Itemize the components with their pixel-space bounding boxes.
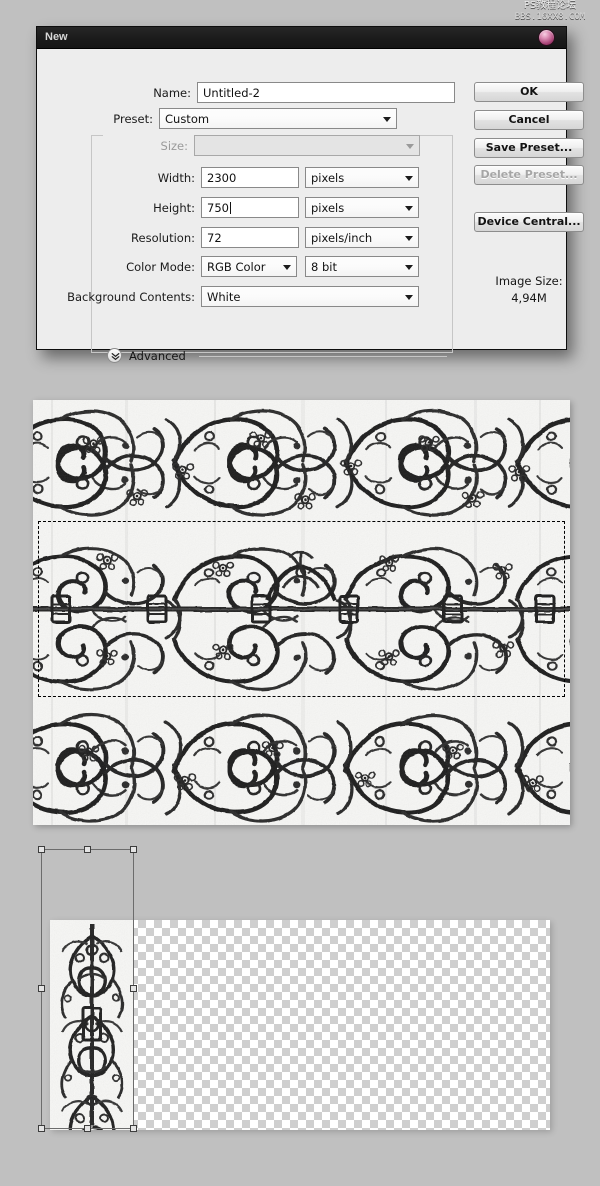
height-label: Height: bbox=[153, 201, 195, 215]
background-contents-select[interactable]: White bbox=[201, 286, 419, 307]
name-label: Name: bbox=[153, 86, 191, 100]
background-contents-value: White bbox=[207, 290, 241, 304]
free-transform-bounding-box[interactable] bbox=[38, 846, 137, 1132]
dialog-body: Name: Untitled-2 Preset: Custom Size: Wi… bbox=[37, 49, 584, 363]
transform-handle-bottom-left[interactable] bbox=[38, 1125, 45, 1132]
height-unit-value: pixels bbox=[311, 201, 345, 215]
close-circle-icon[interactable] bbox=[538, 29, 555, 46]
row-preset: Preset: Custom bbox=[113, 108, 397, 130]
watermark: PS教程论坛 BBS.16XX8.COM bbox=[502, 0, 598, 26]
width-input[interactable]: 2300 bbox=[201, 167, 299, 188]
transform-handle-middle-right[interactable] bbox=[130, 985, 137, 992]
height-input[interactable]: 750 bbox=[201, 197, 299, 218]
advanced-section[interactable]: Advanced bbox=[107, 347, 447, 365]
resolution-input[interactable]: 72 bbox=[201, 227, 299, 248]
row-color-mode: Color Mode: RGB Color 8 bit bbox=[126, 256, 419, 278]
color-mode-label: Color Mode: bbox=[126, 260, 195, 274]
resolution-label: Resolution: bbox=[131, 231, 195, 245]
ornament-image-panel[interactable] bbox=[33, 400, 570, 825]
width-unit-value: pixels bbox=[311, 171, 345, 185]
transform-handle-top-left[interactable] bbox=[38, 846, 45, 853]
rectangular-marquee-selection[interactable] bbox=[38, 521, 565, 697]
height-unit-select[interactable]: pixels bbox=[305, 197, 419, 218]
chevron-down-icon bbox=[405, 206, 413, 211]
new-document-dialog: New Name: Untitled-2 Preset: Custom Size… bbox=[36, 26, 584, 363]
width-unit-select[interactable]: pixels bbox=[305, 167, 419, 188]
row-height: Height: 750 pixels bbox=[153, 197, 419, 219]
background-contents-label: Background Contents: bbox=[67, 290, 195, 304]
row-size: Size: bbox=[161, 135, 420, 157]
row-width: Width: 2300 pixels bbox=[158, 167, 419, 189]
delete-preset-button: Delete Preset... bbox=[474, 165, 584, 185]
width-label: Width: bbox=[157, 171, 195, 185]
cancel-button[interactable]: Cancel bbox=[474, 110, 584, 130]
photoshop-screen: PS教程论坛 BBS.16XX8.COM New Name: Untitled-… bbox=[0, 0, 600, 1186]
chevron-down-icon bbox=[406, 144, 414, 149]
chevron-down-icon bbox=[405, 295, 413, 300]
preset-select[interactable]: Custom bbox=[159, 108, 397, 129]
color-mode-select[interactable]: RGB Color bbox=[201, 256, 297, 277]
transform-handle-top-right[interactable] bbox=[130, 846, 137, 853]
row-background-contents: Background Contents: White bbox=[67, 286, 419, 308]
watermark-line-1: PS教程论坛 bbox=[523, 0, 577, 11]
advanced-divider bbox=[199, 356, 447, 357]
chevron-down-icon bbox=[405, 236, 413, 241]
color-depth-value: 8 bit bbox=[311, 260, 337, 274]
chevron-down-icon bbox=[405, 176, 413, 181]
chevron-double-down-icon[interactable] bbox=[107, 348, 122, 363]
image-size-value: 4,94M bbox=[511, 291, 547, 305]
color-mode-value: RGB Color bbox=[207, 260, 266, 274]
transform-handle-top-center[interactable] bbox=[83, 846, 91, 853]
row-name: Name: Untitled-2 bbox=[153, 82, 455, 104]
color-depth-select[interactable]: 8 bit bbox=[305, 256, 419, 277]
advanced-label: Advanced bbox=[129, 349, 186, 363]
resolution-unit-value: pixels/inch bbox=[311, 231, 373, 245]
transform-handle-bottom-center[interactable] bbox=[83, 1125, 91, 1132]
preset-value: Custom bbox=[165, 112, 210, 126]
chevron-down-icon bbox=[283, 265, 291, 270]
resolution-unit-select[interactable]: pixels/inch bbox=[305, 227, 419, 248]
size-select bbox=[194, 135, 420, 156]
chevron-down-icon bbox=[405, 265, 413, 270]
transform-handle-middle-left[interactable] bbox=[38, 985, 45, 992]
preset-label: Preset: bbox=[113, 112, 153, 126]
save-preset-button[interactable]: Save Preset... bbox=[474, 138, 584, 158]
size-label: Size: bbox=[160, 139, 188, 153]
chevron-down-icon bbox=[383, 117, 391, 122]
image-size-label: Image Size: bbox=[495, 274, 563, 288]
dialog-title: New bbox=[45, 31, 68, 43]
row-resolution: Resolution: 72 pixels/inch bbox=[131, 227, 419, 249]
device-central-button[interactable]: Device Central... bbox=[474, 212, 584, 232]
watermark-line-2: BBS.16XX8.COM bbox=[514, 12, 586, 22]
dialog-titlebar[interactable]: New bbox=[37, 27, 566, 49]
transform-handle-bottom-right[interactable] bbox=[130, 1125, 137, 1132]
preset-group-frame-top-left bbox=[91, 135, 103, 136]
name-input[interactable]: Untitled-2 bbox=[197, 82, 455, 103]
ok-button[interactable]: OK bbox=[474, 82, 584, 102]
